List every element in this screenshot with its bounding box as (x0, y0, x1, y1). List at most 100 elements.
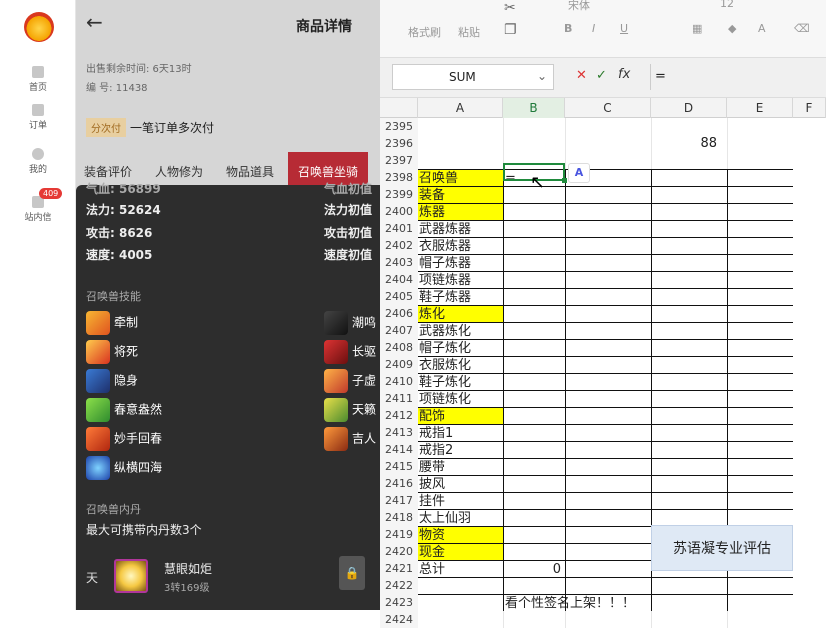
cell-e[interactable] (727, 271, 793, 288)
cell-b[interactable] (503, 305, 565, 322)
back-arrow-icon[interactable]: ← (86, 10, 103, 34)
row-number[interactable]: 2396 (380, 135, 418, 152)
skill-item[interactable]: 子虚 (324, 369, 376, 393)
cell-e[interactable] (727, 237, 793, 254)
underline-button[interactable]: U (620, 22, 628, 35)
row-number[interactable]: 2406 (380, 305, 418, 322)
core-item[interactable]: 天 慧眼如炬 3转169级 (86, 557, 366, 597)
cell-c[interactable] (565, 237, 651, 254)
nav-orders[interactable]: 订单 (18, 104, 58, 131)
italic-button[interactable]: I (592, 22, 595, 35)
cell-a[interactable]: 总计 (418, 560, 503, 577)
cell-d[interactable] (651, 441, 727, 458)
cancel-icon[interactable]: ✕ (576, 68, 587, 83)
cell-c[interactable] (565, 118, 651, 135)
row-number[interactable]: 2403 (380, 254, 418, 271)
cell-a[interactable]: 现金 (418, 543, 503, 560)
cell-e[interactable] (727, 441, 793, 458)
cell-d[interactable] (651, 169, 727, 186)
cell-e[interactable] (727, 305, 793, 322)
row-number[interactable]: 2402 (380, 237, 418, 254)
cell-b[interactable] (503, 526, 565, 543)
cell-c[interactable] (565, 220, 651, 237)
fill-color-icon[interactable]: ◆ (728, 22, 736, 35)
row-number[interactable]: 2418 (380, 509, 418, 526)
cell-c[interactable] (565, 373, 651, 390)
cell-a[interactable] (418, 577, 503, 594)
font-select[interactable]: 宋体 (568, 0, 590, 13)
row-number[interactable]: 2404 (380, 271, 418, 288)
formula-input[interactable]: = (650, 64, 820, 90)
cell-d[interactable] (651, 509, 727, 526)
row-number[interactable]: 2405 (380, 288, 418, 305)
cell-a[interactable]: 太上仙羽 (418, 509, 503, 526)
cell-a[interactable]: 炼器 (418, 203, 503, 220)
cell-d[interactable] (651, 611, 727, 628)
cell-e[interactable] (727, 152, 793, 169)
cell-e[interactable] (727, 509, 793, 526)
row-number[interactable]: 2423 (380, 594, 418, 611)
cell-b[interactable] (503, 441, 565, 458)
cell-b[interactable] (503, 288, 565, 305)
row-number[interactable]: 2395 (380, 118, 418, 135)
cell-b[interactable] (503, 254, 565, 271)
skill-item[interactable]: 天籁 (324, 398, 376, 422)
row-number[interactable]: 2398 (380, 169, 418, 186)
cell-a[interactable]: 装备 (418, 186, 503, 203)
cell-a[interactable]: 武器炼器 (418, 220, 503, 237)
cell-a[interactable]: 帽子炼器 (418, 254, 503, 271)
name-box[interactable]: SUM ⌄ (392, 64, 554, 90)
skill-item[interactable]: 妙手回春 (86, 427, 162, 451)
cell-b[interactable] (503, 135, 565, 152)
cell-c[interactable] (565, 322, 651, 339)
cell-d[interactable] (651, 356, 727, 373)
cell-e[interactable] (727, 577, 793, 594)
copy-icon[interactable]: ❐ (504, 22, 517, 38)
cell-b[interactable] (503, 339, 565, 356)
cell-b[interactable] (503, 475, 565, 492)
clear-icon[interactable]: ⌫ (794, 22, 810, 35)
cell-e[interactable] (727, 322, 793, 339)
nav-mine[interactable]: 我的 (18, 148, 58, 175)
row-number[interactable]: 2397 (380, 152, 418, 169)
ai-assistant-icon[interactable]: A (568, 163, 590, 183)
cell-e[interactable] (727, 135, 793, 152)
select-all-corner[interactable] (380, 98, 418, 118)
cell-a[interactable]: 召唤兽 (418, 169, 503, 186)
row-number[interactable]: 2411 (380, 390, 418, 407)
cell-e[interactable] (727, 407, 793, 424)
cell-b[interactable] (503, 543, 565, 560)
row-number[interactable]: 2401 (380, 220, 418, 237)
format-painter-button[interactable]: 格式刷 (408, 24, 441, 40)
cell-c[interactable] (565, 441, 651, 458)
cell-d[interactable] (651, 475, 727, 492)
cell-a[interactable]: 鞋子炼化 (418, 373, 503, 390)
cell-c[interactable] (565, 407, 651, 424)
cell-e[interactable] (727, 424, 793, 441)
row-number[interactable]: 2414 (380, 441, 418, 458)
cell-d[interactable] (651, 237, 727, 254)
skill-item[interactable]: 纵横四海 (86, 456, 162, 480)
cell-c[interactable] (565, 271, 651, 288)
cell-d[interactable] (651, 424, 727, 441)
skill-item[interactable]: 春意盎然 (86, 398, 162, 422)
row-number[interactable]: 2416 (380, 475, 418, 492)
cell-c[interactable] (565, 203, 651, 220)
column-header-e[interactable]: E (727, 98, 793, 118)
cell-e[interactable] (727, 169, 793, 186)
cell-a[interactable]: 项链炼化 (418, 390, 503, 407)
cell-a[interactable] (418, 135, 503, 152)
skill-item[interactable]: 隐身 (86, 369, 138, 393)
cell-c[interactable] (565, 305, 651, 322)
row-number[interactable]: 2407 (380, 322, 418, 339)
cell-b[interactable] (503, 458, 565, 475)
cell-d[interactable] (651, 458, 727, 475)
column-header-c[interactable]: C (565, 98, 651, 118)
cell-b[interactable]: 看个性签名上架！！！ (503, 594, 635, 611)
cell-e[interactable] (727, 254, 793, 271)
cell-e[interactable] (727, 220, 793, 237)
cell-a[interactable] (418, 152, 503, 169)
column-header-d[interactable]: D (651, 98, 727, 118)
row-number[interactable]: 2408 (380, 339, 418, 356)
cell-a[interactable] (418, 611, 503, 628)
